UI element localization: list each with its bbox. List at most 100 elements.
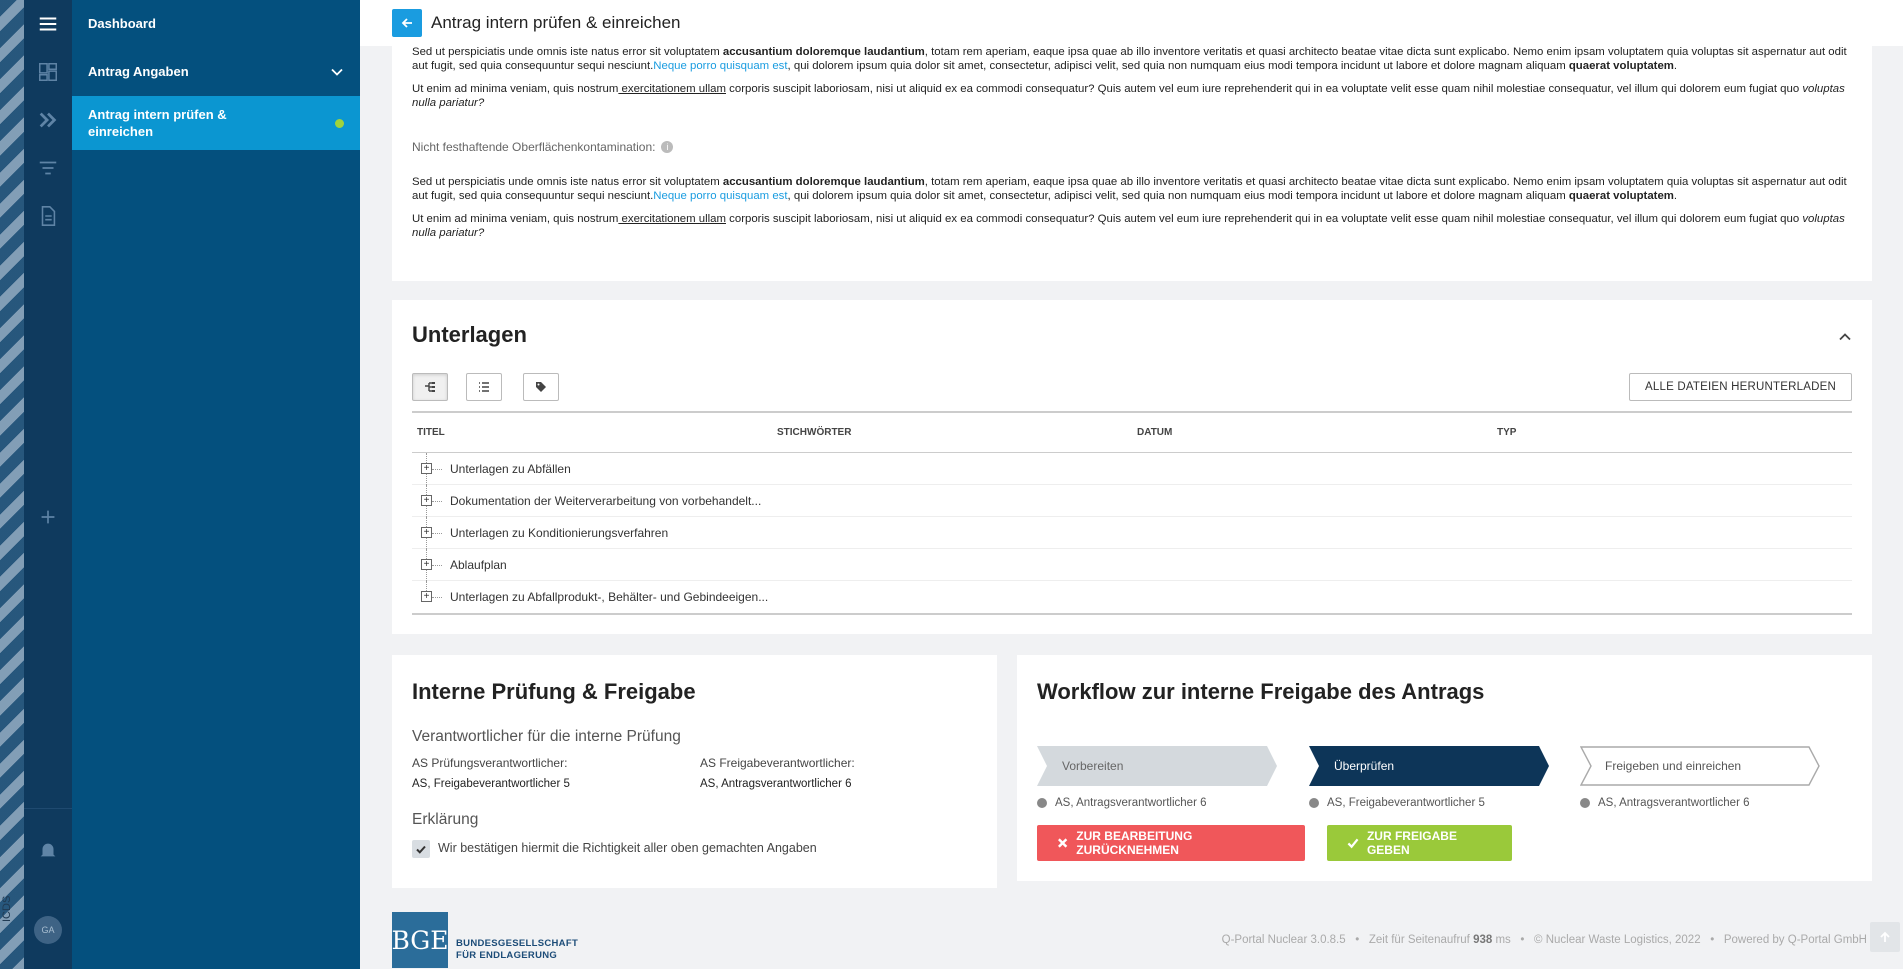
text-run: Sed ut perspiciatis unde omnis iste natu… — [412, 176, 723, 188]
status-dot — [335, 118, 344, 128]
row-title: Unterlagen zu Konditionierungsverfahren — [450, 525, 669, 540]
column-header-title[interactable]: TITEL — [412, 427, 772, 438]
row-title: Unterlagen zu Abfällen — [450, 461, 571, 476]
row-title: Dokumentation der Weiterverarbeitung von… — [450, 493, 762, 508]
dashboard-icon[interactable] — [24, 52, 72, 92]
reject-button[interactable]: ZUR BEARBEITUNG ZURÜCKNEHMEN — [1037, 825, 1305, 861]
back-button[interactable] — [392, 9, 422, 37]
paragraph: Ut enim ad minima veniam, quis nostrum e… — [412, 83, 1852, 110]
powered-by: Powered by Q-Portal GmbH — [1723, 934, 1867, 946]
internal-review-card: Interne Prüfung & Freigabe Verantwortlic… — [392, 655, 997, 888]
separator: • — [1355, 934, 1360, 946]
underlined-text: exercitationem ullam — [618, 213, 726, 225]
tree-icon — [425, 382, 435, 392]
icon-rail: GA ICDS — [0, 0, 72, 969]
bold-text: quaerat voluptatem — [1568, 189, 1674, 202]
double-chevron-icon[interactable] — [24, 100, 72, 140]
info-icon[interactable]: i — [661, 141, 674, 153]
load-time-value: 938 — [1473, 934, 1493, 946]
section-subtitle: Verantwortlicher für die interne Prüfung — [412, 728, 681, 745]
table-row[interactable]: + Unterlagen zu Abfallprodukt-, Behälter… — [412, 581, 1852, 613]
section-subtitle: Nicht festhaftende Oberflächenkontaminat… — [412, 140, 1852, 154]
field-label: AS Freigabeverantwortlicher: — [700, 756, 855, 770]
bold-text: accusantium doloremque laudantium — [722, 176, 925, 188]
workflow-step-prepare: Vorbereiten — [1037, 746, 1277, 786]
nav-item-antrag-pruefen[interactable]: Antrag intern prüfen & einreichen — [72, 96, 360, 150]
checkmark-icon — [416, 845, 426, 854]
subtitle-text: Nicht festhaftende Oberflächenkontaminat… — [412, 140, 656, 154]
paragraph: Sed ut perspiciatis unde omnis iste natu… — [412, 176, 1852, 203]
tag-view-button[interactable] — [523, 373, 559, 401]
column-header-type[interactable]: TYP — [1492, 427, 1852, 438]
document-icon[interactable] — [24, 196, 72, 236]
avatar[interactable]: GA — [34, 916, 62, 944]
expand-icon[interactable]: + — [421, 591, 432, 602]
nav-panel: Dashboard Antrag Angaben Antrag intern p… — [72, 0, 360, 969]
scroll-top-button[interactable] — [1870, 922, 1900, 952]
list-filter-icon[interactable] — [24, 148, 72, 188]
table-row[interactable]: + Unterlagen zu Konditionierungsverfahre… — [412, 516, 1852, 549]
list-view-button[interactable] — [466, 373, 502, 401]
expand-icon[interactable]: + — [421, 494, 432, 506]
tree-view-button[interactable] — [412, 373, 448, 401]
text-run: Ut enim ad minima veniam, quis nostrum — [412, 83, 619, 95]
row-title: Unterlagen zu Abfallprodukt-, Behälter- … — [450, 590, 769, 604]
field-value: AS, Antragsverantwortlicher 6 — [700, 778, 852, 790]
column-header-keywords[interactable]: STICHWÖRTER — [772, 427, 1132, 438]
workflow-step-review: Überprüfen — [1309, 746, 1549, 786]
chevron-up-icon[interactable] — [1838, 330, 1852, 344]
step-assignee: AS, Antragsverantwortlicher 6 — [1037, 797, 1207, 809]
workflow-card: Workflow zur interne Freigabe des Antrag… — [1017, 655, 1872, 881]
table-row[interactable]: + Dokumentation der Weiterverarbeitung v… — [412, 484, 1852, 517]
logo: BGE — [391, 912, 449, 968]
text-link[interactable]: Neque porro quisquam est — [653, 60, 787, 72]
download-all-button[interactable]: ALLE DATEIEN HERUNTERLADEN — [1629, 373, 1852, 401]
step-label: Freigeben und einreichen — [1605, 759, 1742, 773]
footer-meta: Q-Portal Nuclear 3.0.8.5 • Zeit für Seit… — [1222, 934, 1867, 946]
separator: • — [1710, 934, 1715, 946]
nav-item-label: Dashboard — [88, 16, 156, 31]
approve-button[interactable]: ZUR FREIGABE GEBEN — [1327, 825, 1512, 861]
nav-label-line1: Antrag intern prüfen & — [88, 107, 227, 122]
paragraph: Sed ut perspiciatis unde omnis iste natu… — [412, 46, 1852, 73]
nav-item-antrag-angaben[interactable]: Antrag Angaben — [72, 47, 360, 96]
add-icon[interactable] — [24, 497, 72, 537]
org-name: BUNDESGESELLSCHAFT FÜR ENDLAGERUNG — [456, 938, 578, 962]
bell-icon[interactable] — [24, 830, 72, 870]
assignee-name: AS, Antragsverantwortlicher 6 — [1055, 797, 1207, 809]
paragraph: Ut enim ad minima veniam, quis nostrum e… — [412, 213, 1852, 240]
org-line: BUNDESGESELLSCHAFT — [456, 938, 579, 949]
text-run: Ut enim ad minima veniam, quis nostrum — [412, 213, 619, 225]
close-icon — [1058, 838, 1068, 848]
rail-label: ICDS — [1, 895, 13, 922]
workflow-step-release: Freigeben und einreichen — [1580, 746, 1820, 786]
button-label: ZUR FREIGABE GEBEN — [1366, 829, 1457, 857]
expand-icon[interactable]: + — [421, 526, 432, 538]
checkbox-label[interactable]: Wir bestätigen hiermit die Richtigkeit a… — [438, 841, 817, 855]
column-header-date[interactable]: DATUM — [1132, 427, 1492, 438]
section-title: Workflow zur interne Freigabe des Antrag… — [1037, 679, 1485, 704]
menu-icon[interactable] — [24, 4, 72, 44]
text-run: Sed ut perspiciatis unde omnis iste natu… — [412, 46, 723, 58]
confirm-checkbox[interactable] — [412, 840, 430, 858]
tree-connector: + — [412, 484, 450, 517]
field-value: AS, Freigabeverantwortlicher 5 — [412, 778, 570, 790]
table-header: TITEL STICHWÖRTER DATUM TYP — [412, 413, 1852, 453]
text-link[interactable]: Neque porro quisquam est — [653, 190, 787, 202]
user-icon — [1037, 798, 1047, 808]
text-run: , qui dolorem ipsum quia dolor sit amet,… — [787, 189, 1569, 202]
expand-icon[interactable]: + — [421, 558, 432, 570]
rail-divider — [24, 808, 72, 809]
text-run: corporis suscipit laboriosam, nisi ut al… — [726, 213, 1803, 225]
table-row[interactable]: + Unterlagen zu Abfällen — [412, 452, 1852, 485]
table-row[interactable]: + Ablaufplan — [412, 548, 1852, 581]
nav-item-dashboard[interactable]: Dashboard — [72, 0, 360, 47]
button-label: ZUR BEARBEITUNG ZURÜCKNEHMEN — [1076, 829, 1193, 857]
expand-icon[interactable]: + — [421, 462, 432, 474]
chevron-down-icon — [331, 68, 343, 76]
section-title: Unterlagen — [412, 322, 527, 347]
assignee-name: AS, Freigabeverantwortlicher 5 — [1327, 797, 1485, 809]
tree-connector: + — [412, 516, 450, 549]
rail-stripes — [0, 0, 24, 969]
text-run: , qui dolorem ipsum quia dolor sit amet,… — [787, 59, 1569, 72]
